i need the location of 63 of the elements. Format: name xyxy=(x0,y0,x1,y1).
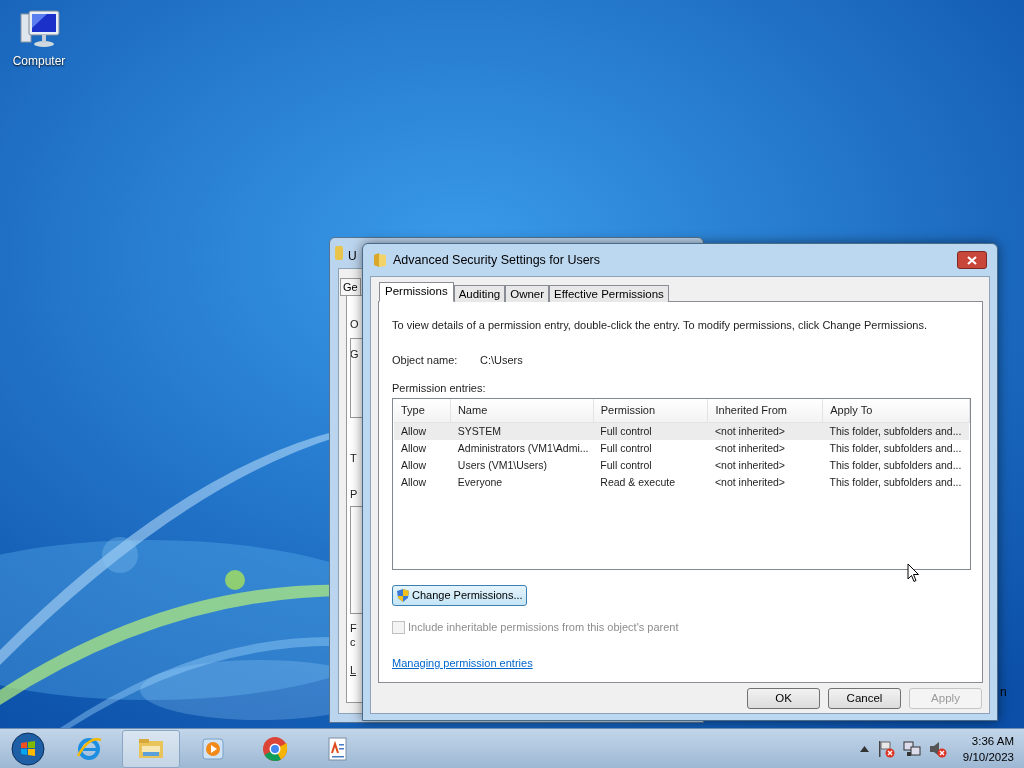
checkbox-label: Include inheritable permissions from this object's parent xyxy=(408,620,679,635)
label-text: G xyxy=(350,347,359,362)
tab[interactable]: Ge xyxy=(340,278,361,296)
tab[interactable]: Auditing xyxy=(453,285,506,302)
table-cell-text: This folder, subfolders and... xyxy=(828,424,963,439)
folder-icon xyxy=(373,252,387,268)
table-cell-text: Everyone xyxy=(456,475,504,490)
table-cell-text: This folder, subfolders and... xyxy=(828,441,963,456)
instruction-text: To view details of a permission entry, double-click the entry. To modify permissions, click Change Permissions. xyxy=(392,318,927,333)
label-text: O xyxy=(350,317,359,332)
link-text: L xyxy=(350,663,357,678)
close-button[interactable] xyxy=(957,251,987,269)
tab[interactable]: Effective Permissions xyxy=(549,285,669,302)
dialog-button[interactable]: Cancel xyxy=(828,688,901,709)
permission-entries-label: Permission entries: xyxy=(392,381,486,396)
table-cell-text: This folder, subfolders and... xyxy=(828,475,963,490)
table-cell-text: <not inherited> xyxy=(713,475,786,490)
table-cell-text: Full control xyxy=(599,441,653,456)
tab[interactable]: Owner xyxy=(505,285,550,302)
change-permissions-button[interactable]: Change Permissions... xyxy=(392,585,527,606)
column-header[interactable]: Inherited From xyxy=(708,399,824,422)
network-icon[interactable] xyxy=(902,739,921,758)
label-text: c xyxy=(350,635,356,650)
table-cell-text: Allow xyxy=(400,458,428,473)
table-cell-text: Administrators (VM1\Admi... xyxy=(456,441,590,456)
table-cell-text: Allow xyxy=(400,441,428,456)
table-cell-text: Users (VM1\Users) xyxy=(456,458,549,473)
table-cell-text: Read & execute xyxy=(599,475,677,490)
table-cell-text: <not inherited> xyxy=(713,424,786,439)
table-row[interactable]: Allow SYSTEM Full control <not inherited> This folder, subfolders and... xyxy=(394,423,969,440)
object-name-label: Object name: xyxy=(392,353,458,368)
label-text: P xyxy=(350,487,358,502)
table-cell-text: <not inherited> xyxy=(713,441,786,456)
folder-icon xyxy=(335,246,343,260)
desktop-icon-label[interactable]: Computer xyxy=(12,52,66,70)
clock-time[interactable]: 3:36 AM xyxy=(971,732,1014,749)
table-cell-text: SYSTEM xyxy=(456,424,502,439)
table-cell-text: Full control xyxy=(599,424,653,439)
label-text: n xyxy=(1000,684,1007,701)
object-name-value: C:\Users xyxy=(480,353,523,368)
table-cell-text: Allow xyxy=(400,424,428,439)
tab[interactable]: Permissions xyxy=(379,282,454,302)
close-icon xyxy=(967,255,977,265)
table-cell-text: This folder, subfolders and... xyxy=(828,458,963,473)
table-cell-text: <not inherited> xyxy=(713,458,786,473)
flag-icon[interactable] xyxy=(876,739,895,758)
clock-date[interactable]: 9/10/2023 xyxy=(962,748,1014,765)
dialog-button[interactable]: OK xyxy=(747,688,820,709)
column-header[interactable]: Name xyxy=(450,399,594,422)
shield-icon xyxy=(396,588,410,603)
table-cell-text: Full control xyxy=(599,458,653,473)
window-title: Advanced Security Settings for Users xyxy=(393,251,602,269)
column-header[interactable]: Apply To xyxy=(823,399,970,422)
start-orb-icon xyxy=(10,730,46,767)
show-hidden-icons-icon[interactable] xyxy=(859,745,869,752)
label-text: F xyxy=(350,621,357,636)
column-header[interactable]: Type xyxy=(394,399,451,422)
window-title: U xyxy=(348,248,357,265)
help-link[interactable]: Managing permission entries xyxy=(392,655,533,672)
label-text: T xyxy=(350,451,357,466)
table-cell-text: Allow xyxy=(400,475,428,490)
column-header[interactable]: Permission xyxy=(593,399,709,422)
speaker-muted-icon[interactable] xyxy=(928,739,947,758)
